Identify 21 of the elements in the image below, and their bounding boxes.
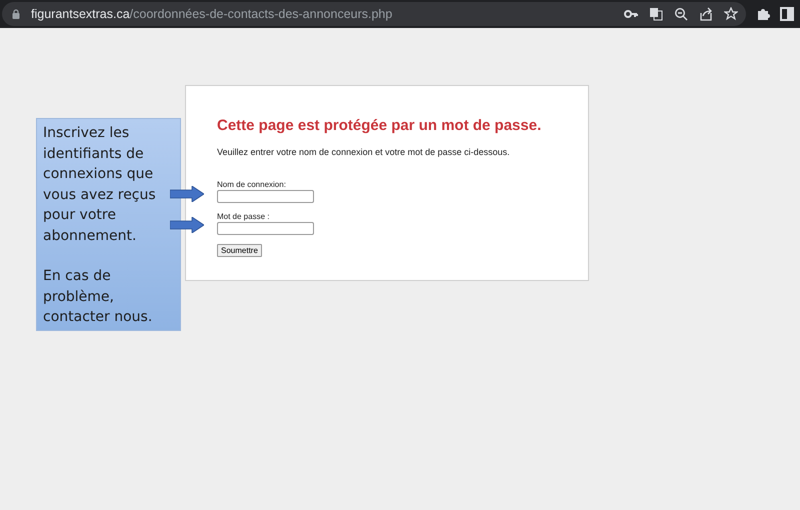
arrow-icon	[170, 186, 204, 202]
submit-button[interactable]: Soumettre	[217, 244, 262, 257]
page-title: Cette page est protégée par un mot de passe.	[217, 117, 542, 134]
callout-text: Inscrivez les identifiants de connexions que vous avez reçus pour votre abonnement.	[43, 124, 157, 246]
url-text: figurantsextras.ca/coordonnées-de-contacts-des-annonceurs.php	[31, 7, 392, 21]
puzzle-icon[interactable]	[756, 7, 770, 21]
instructions-text: Veuillez entrer votre nom de connexion et votre mot de passe ci-dessous.	[217, 147, 511, 157]
lock-icon	[12, 9, 20, 19]
callout-text: En cas de problème, contacter nous.	[43, 267, 154, 327]
input-field[interactable]	[217, 190, 314, 203]
translate-icon[interactable]	[649, 7, 663, 21]
share-icon[interactable]	[699, 7, 713, 21]
field-label: Mot de passe :	[217, 212, 270, 221]
key-icon[interactable]	[624, 7, 638, 21]
arrow-icon	[170, 217, 204, 233]
zoom-icon[interactable]	[674, 7, 688, 21]
address-bar[interactable]: figurantsextras.ca/coordonnées-de-contacts-des-annonceurs.php	[2, 2, 746, 26]
star-icon[interactable]	[724, 7, 738, 21]
side-panel-icon[interactable]	[780, 7, 794, 21]
field-label: Nom de connexion:	[217, 180, 286, 189]
input-field[interactable]	[217, 222, 314, 235]
